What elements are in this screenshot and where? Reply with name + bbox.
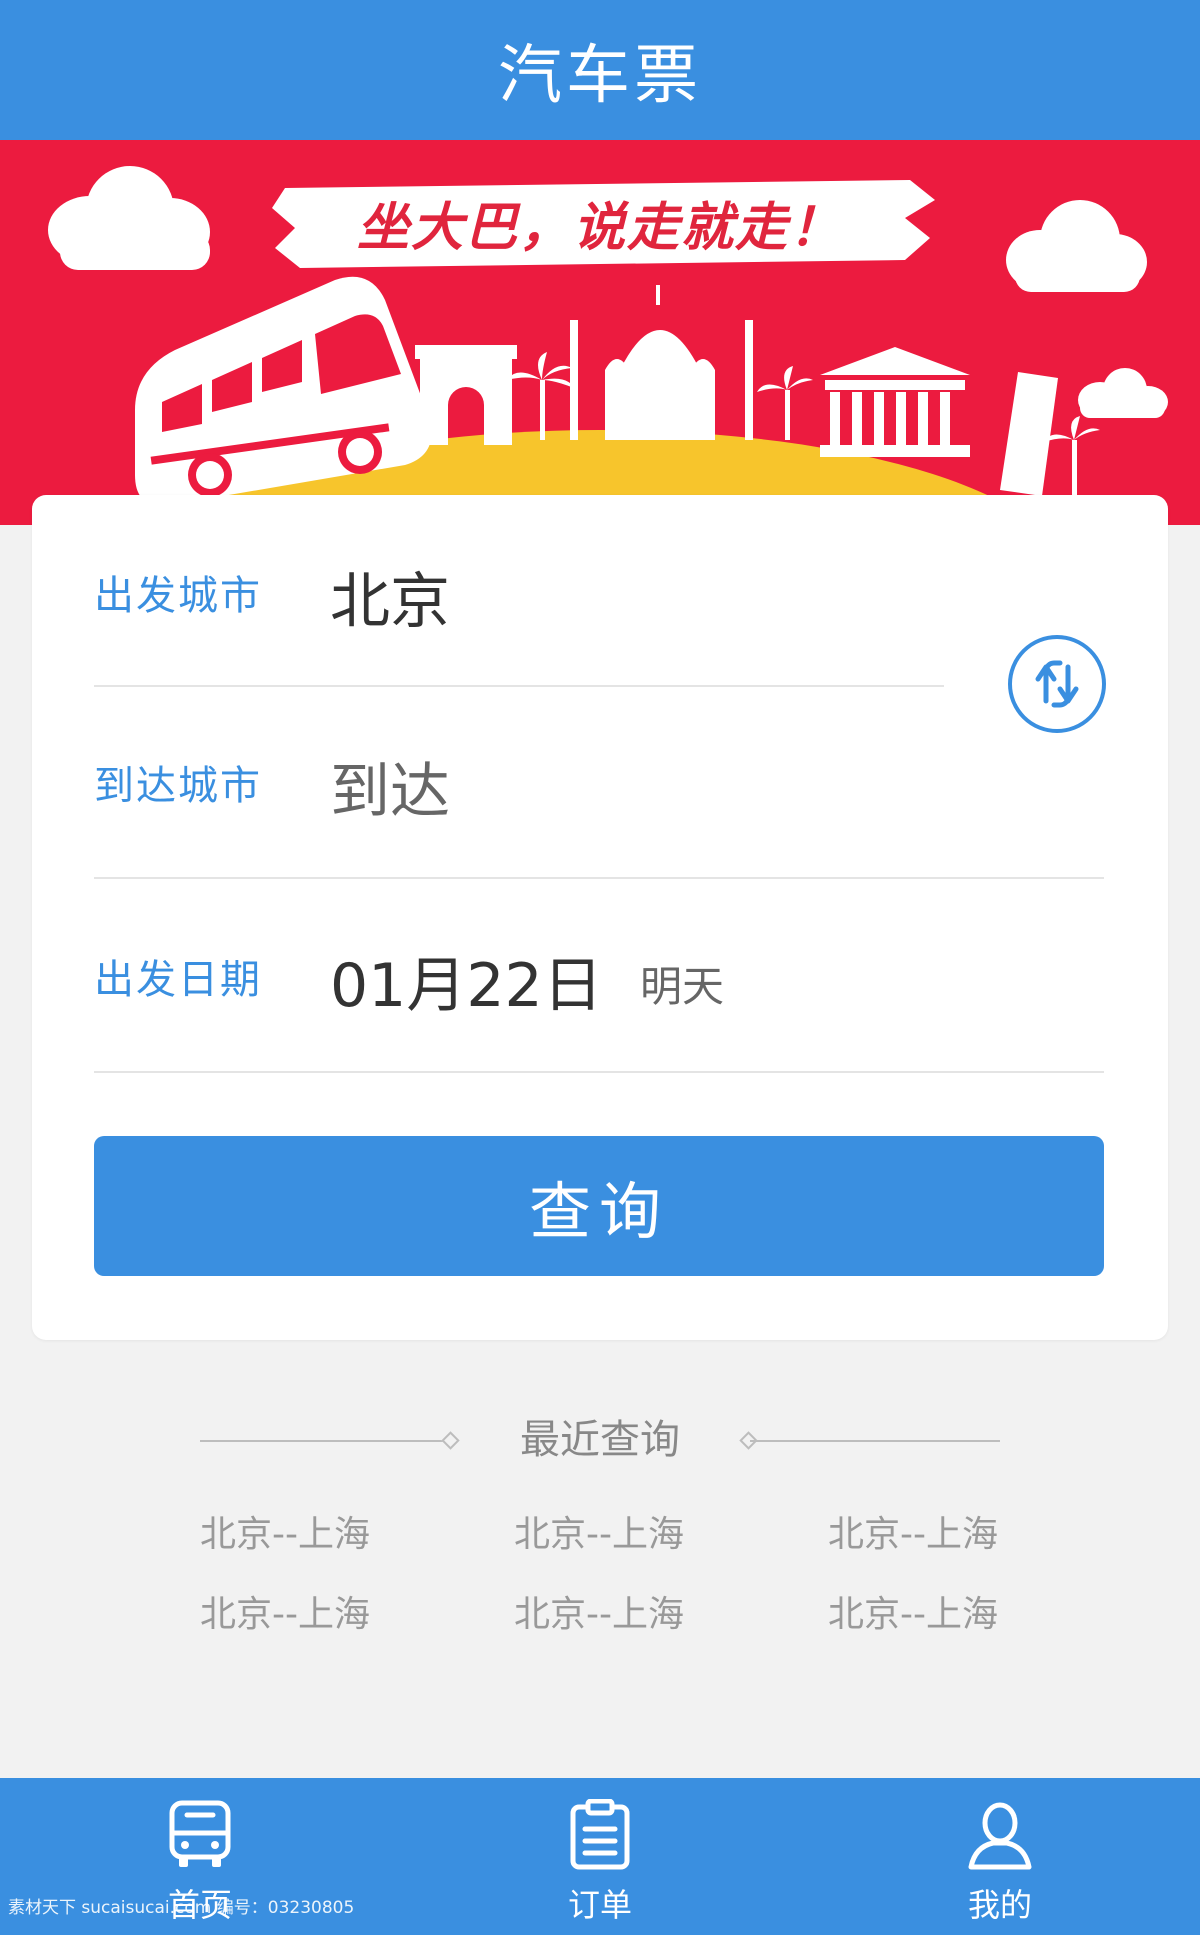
query-button[interactable]: 查询 [94,1136,1104,1276]
promo-banner[interactable]: 坐大巴，说走就走！ [0,140,1200,525]
departure-city-field[interactable]: 北京 [330,553,450,640]
cloud-left-icon [48,166,210,270]
date-label: 出发日期 [94,957,262,1003]
recent-searches-title: 最近查询 [520,1417,680,1463]
departure-label: 出发城市 [94,573,262,619]
banner-slogan: 坐大巴，说走就走！ [356,197,843,258]
cloud-right-icon [1006,200,1147,292]
nav-profile[interactable]: 我的 [900,1778,1100,1935]
recent-search-item[interactable]: 北京--上海 [200,1505,440,1557]
watermark-text: 素材天下 sucaisucai.com 编号：03230805 [8,1898,355,1918]
clipboard-icon [570,1799,630,1870]
recent-searches-header: 最近查询 [0,1410,1200,1470]
swap-cities-button[interactable] [1008,635,1106,733]
recent-search-item[interactable]: 北京--上海 [514,1505,754,1557]
recent-search-item[interactable]: 北京--上海 [828,1505,1068,1557]
nav-profile-label: 我的 [967,1886,1032,1924]
arrival-city-field[interactable]: 到达 [330,743,450,830]
recent-search-item[interactable]: 北京--上海 [200,1585,440,1637]
user-icon [968,1802,1032,1870]
bus-icon [169,1800,231,1867]
departure-date-field[interactable]: 01月22日 [330,937,603,1024]
arrival-label: 到达城市 [94,763,262,809]
divider [94,1071,1104,1073]
swap-icon [1035,660,1079,708]
recent-search-item[interactable]: 北京--上海 [828,1585,1068,1637]
date-relative-note: 明天 [640,962,725,1011]
app-header: 汽车票 [0,0,1200,140]
cloud-small-icon [1078,368,1168,418]
search-card: 出发城市 北京 到达城市 到达 出发日期 01月22日 明天 查询 [32,495,1168,1340]
page-title: 汽车票 [498,39,702,113]
divider [94,877,1104,879]
divider [750,1440,1000,1442]
divider [94,685,944,687]
nav-orders[interactable]: 订单 [500,1778,700,1935]
recent-search-item[interactable]: 北京--上海 [514,1585,754,1637]
nav-orders-label: 订单 [567,1886,632,1924]
